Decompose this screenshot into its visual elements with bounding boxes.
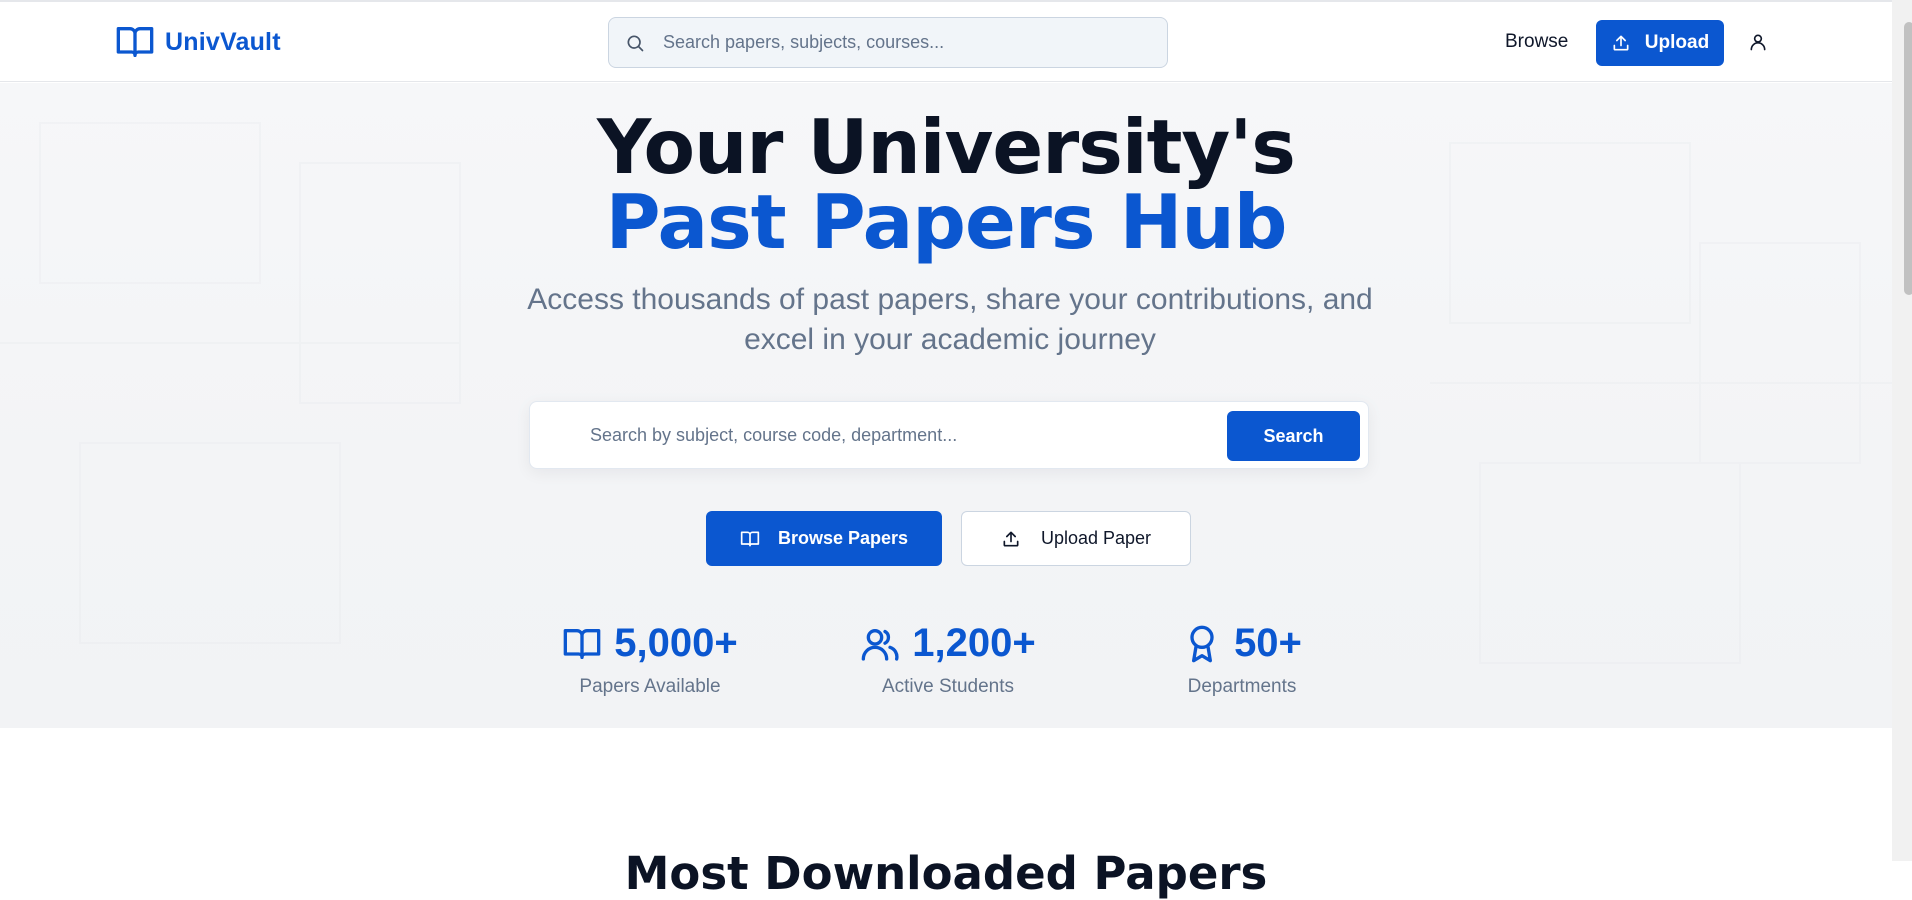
- top-navbar: UnivVault Browse Upload: [0, 2, 1892, 82]
- header-search-input[interactable]: [661, 31, 1141, 54]
- hero-search-button[interactable]: Search: [1227, 411, 1360, 461]
- stat-value: 1,200+: [912, 621, 1036, 665]
- vertical-scrollbar-thumb[interactable]: [1904, 22, 1912, 295]
- stat-label: Papers Available: [579, 676, 721, 697]
- search-icon: [627, 35, 644, 51]
- stat-papers: 5,000+ Papers Available: [520, 621, 780, 698]
- stat-departments: 50+ Departments: [1112, 621, 1372, 698]
- upload-icon: [1003, 531, 1019, 546]
- stat-label: Departments: [1187, 676, 1297, 697]
- brand-logo[interactable]: UnivVault: [115, 22, 281, 62]
- hero-search-box: Search: [529, 401, 1369, 469]
- hero-section: Your University's Past Papers Hub Access…: [0, 83, 1892, 728]
- upload-paper-label: Upload Paper: [1040, 528, 1152, 548]
- browse-papers-label: Browse Papers: [777, 528, 909, 548]
- stat-label: Active Students: [881, 676, 1015, 697]
- browse-papers-button[interactable]: Browse Papers: [706, 511, 942, 566]
- most-downloaded-title: Most Downloaded Papers: [624, 847, 1268, 900]
- brand-name: UnivVault: [165, 27, 281, 56]
- stat-value: 50+: [1234, 621, 1302, 665]
- header-upload-button[interactable]: Upload: [1596, 20, 1724, 66]
- hero-subtitle: Access thousands of past papers, share y…: [527, 283, 1373, 356]
- upload-icon: [1613, 35, 1629, 51]
- book-open-icon: [116, 27, 154, 57]
- stat-value: 5,000+: [614, 621, 738, 665]
- book-open-icon: [740, 531, 760, 546]
- header-upload-label: Upload: [1644, 32, 1710, 53]
- stat-students: 1,200+ Active Students: [818, 621, 1078, 698]
- hero-search-input[interactable]: [588, 424, 1188, 447]
- user-icon[interactable]: [1748, 32, 1768, 52]
- hero-title-line2: Past Papers Hub: [605, 178, 1288, 266]
- book-open-icon: [563, 628, 601, 659]
- award-icon: [1190, 625, 1214, 662]
- upload-paper-button[interactable]: Upload Paper: [961, 511, 1191, 566]
- header-search-bar[interactable]: [608, 17, 1168, 68]
- nav-browse-link[interactable]: Browse: [1505, 31, 1568, 53]
- users-icon: [861, 628, 899, 661]
